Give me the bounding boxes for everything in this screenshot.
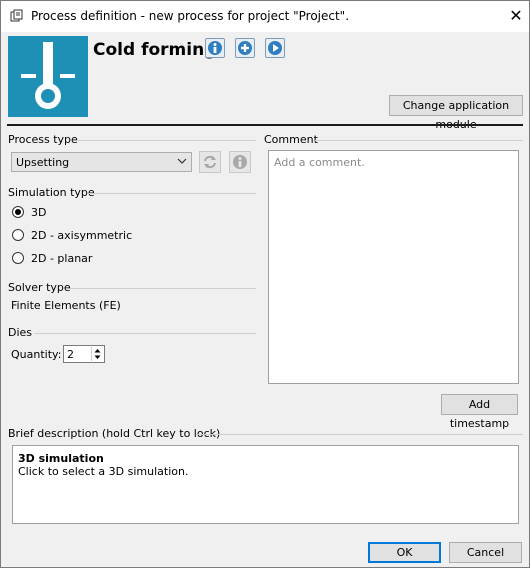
dies-label: Dies xyxy=(8,326,33,339)
window-title: Process definition - new process for pro… xyxy=(31,9,350,23)
comment-placeholder: Add a comment. xyxy=(274,156,365,169)
quantity-label: Quantity: xyxy=(11,348,62,361)
dialog-icon xyxy=(10,9,24,23)
group-divider xyxy=(88,193,256,194)
info-icon xyxy=(233,155,247,169)
simulation-type-label: Simulation type xyxy=(8,186,95,199)
close-icon[interactable]: ✕ xyxy=(505,5,527,27)
group-divider xyxy=(78,140,256,141)
stepper-arrows[interactable] xyxy=(91,347,103,361)
quantity-stepper[interactable]: 2 xyxy=(63,345,105,363)
group-divider xyxy=(70,288,256,289)
comment-textarea[interactable]: Add a comment. xyxy=(268,150,519,384)
solver-type-label: Solver type xyxy=(8,281,71,294)
add-icon xyxy=(238,41,252,55)
radio-3d-label[interactable]: 3D xyxy=(31,206,46,219)
process-type-label: Process type xyxy=(8,133,78,146)
group-divider xyxy=(196,434,523,435)
play-icon xyxy=(268,41,282,55)
chevron-down-icon xyxy=(94,355,101,359)
header-separator xyxy=(7,124,523,126)
description-title: 3D simulation xyxy=(18,452,104,465)
thermometer-icon xyxy=(8,36,88,117)
radio-2d-planar[interactable] xyxy=(12,252,24,264)
radio-3d[interactable] xyxy=(12,206,24,218)
chevron-up-icon xyxy=(94,349,101,353)
radio-2d-axisymmetric[interactable] xyxy=(12,229,24,241)
brief-description-box[interactable]: 3D simulation Click to select a 3D simul… xyxy=(12,445,519,524)
add-button[interactable] xyxy=(235,38,255,58)
group-divider xyxy=(315,140,523,141)
solver-type-value: Finite Elements (FE) xyxy=(11,299,121,312)
add-timestamp-button[interactable]: Add timestamp xyxy=(441,394,518,430)
comment-label: Comment xyxy=(264,133,318,146)
radio-2d-planar-label[interactable]: 2D - planar xyxy=(31,252,92,265)
module-title: Cold forming xyxy=(93,40,217,60)
info-button[interactable] xyxy=(205,38,225,58)
process-type-select[interactable]: Upsetting xyxy=(11,152,192,172)
cancel-button[interactable]: Cancel xyxy=(449,542,522,563)
brief-description-label: Brief description (hold Ctrl key to lock… xyxy=(8,427,221,440)
description-text: Click to select a 3D simulation. xyxy=(18,465,189,478)
radio-2d-axisymmetric-label[interactable]: 2D - axisymmetric xyxy=(31,229,132,242)
process-type-value: Upsetting xyxy=(16,156,70,169)
info-icon xyxy=(208,41,222,55)
process-info-button[interactable] xyxy=(229,151,251,173)
refresh-icon xyxy=(204,155,216,169)
change-module-button[interactable]: Change application module xyxy=(389,95,523,131)
ok-button[interactable]: OK xyxy=(368,542,441,563)
chevron-down-icon xyxy=(177,156,187,169)
play-button[interactable] xyxy=(265,38,285,58)
refresh-button[interactable] xyxy=(199,151,221,173)
quantity-value: 2 xyxy=(67,348,74,361)
group-divider xyxy=(34,333,256,334)
